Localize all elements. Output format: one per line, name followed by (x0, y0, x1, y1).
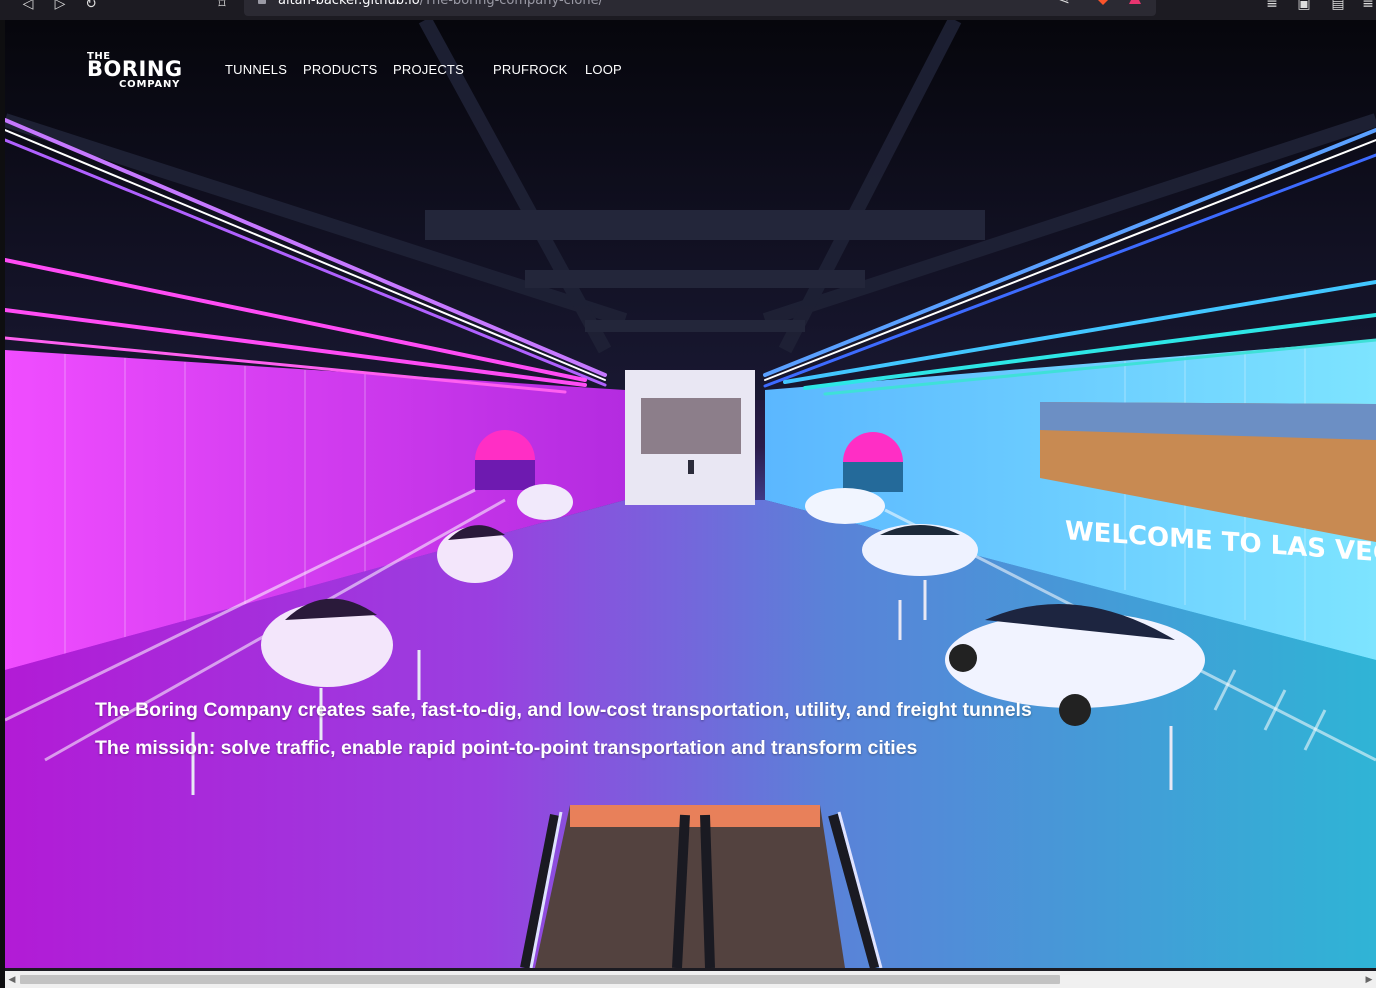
tunnel-station-image: WELCOME TO LAS VEG (5, 20, 1376, 968)
scroll-left-icon[interactable]: ◀ (7, 973, 17, 985)
nav-prufrock[interactable]: PRUFROCK (493, 62, 568, 77)
hero-section: WELCOME TO LAS VEG THE BORING COMPANY TU… (5, 20, 1376, 968)
nav-products[interactable]: PRODUCTS (303, 62, 378, 77)
sidebar-icon[interactable]: ▣ (1296, 0, 1312, 12)
company-logo[interactable]: THE BORING COMPANY (87, 51, 187, 93)
playlist-icon[interactable]: ≡ (1264, 0, 1280, 12)
nav-loop[interactable]: LOOP (585, 62, 622, 77)
back-icon[interactable]: ◁ (20, 0, 36, 12)
forward-icon[interactable]: ▷ (52, 0, 68, 12)
rewards-icon[interactable] (1128, 0, 1142, 5)
horizontal-scrollbar[interactable]: ◀ ▶ (5, 971, 1376, 988)
menu-icon[interactable]: ≡ (1360, 0, 1376, 12)
hero-tagline: The Boring Company creates safe, fast-to… (95, 699, 1032, 721)
address-bar-text[interactable]: altan-backer.github.io/The-boring-compan… (278, 0, 603, 8)
address-bar[interactable]: altan-backer.github.io/The-boring-compan… (244, 0, 1156, 16)
share-icon[interactable]: ⋖ (1056, 0, 1072, 8)
scrollbar-thumb[interactable] (20, 975, 1060, 984)
scroll-right-icon[interactable]: ▶ (1364, 973, 1374, 985)
nav-projects[interactable]: PROJECTS (393, 62, 464, 77)
hero-mission: The mission: solve traffic, enable rapid… (95, 737, 918, 759)
logo-line-boring: BORING (87, 57, 183, 81)
site-info-icon[interactable] (258, 0, 266, 4)
nav-tunnels[interactable]: TUNNELS (225, 62, 287, 77)
wallet-icon[interactable]: ▤ (1330, 0, 1346, 12)
reload-icon[interactable]: ↻ (83, 0, 99, 12)
logo-line-company: COMPANY (119, 79, 181, 90)
browser-toolbar: ◁ ▷ ↻ ⌑ altan-backer.github.io/The-borin… (0, 0, 1376, 20)
bookmark-icon[interactable]: ⌑ (214, 0, 230, 12)
shield-icon[interactable] (1096, 0, 1110, 5)
